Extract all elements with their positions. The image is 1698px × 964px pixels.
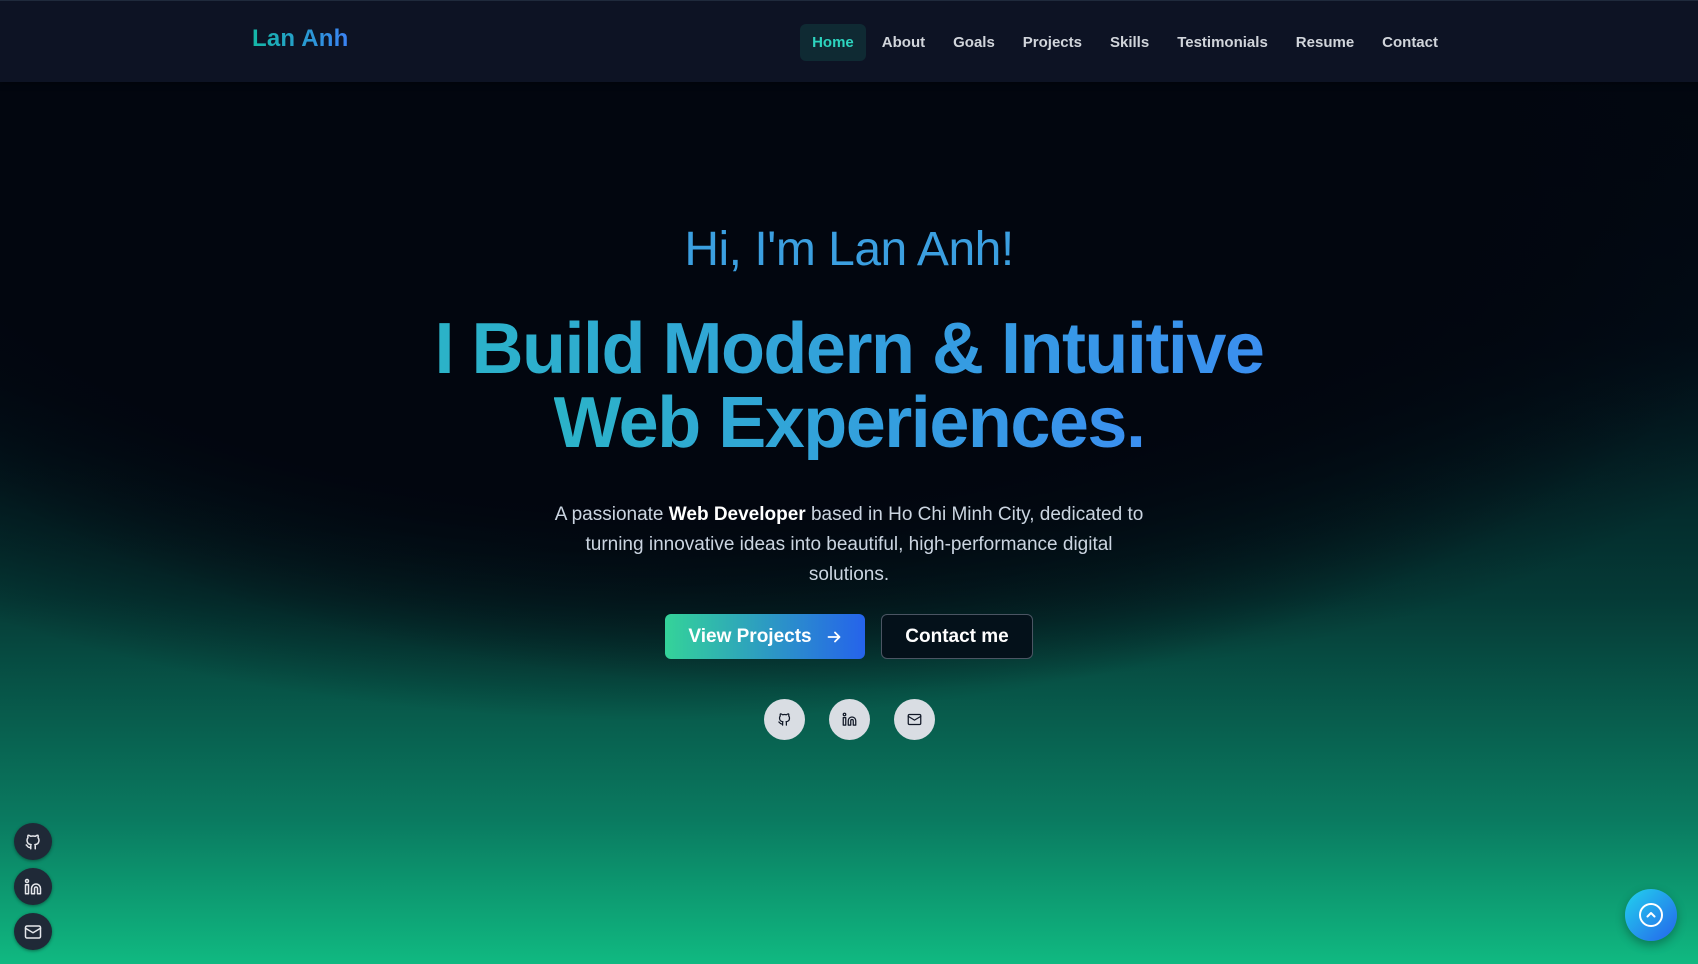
page: Lan Anh Home About Goals Projects Skills… [0, 0, 1698, 964]
nav-item-projects[interactable]: Projects [1011, 24, 1094, 61]
nav-item-about[interactable]: About [870, 24, 937, 61]
main-nav: Home About Goals Projects Skills Testimo… [800, 24, 1450, 61]
github-icon [777, 713, 790, 726]
hero-actions: View Projects Contact me [0, 614, 1698, 659]
github-link[interactable] [763, 699, 805, 740]
nav-item-goals[interactable]: Goals [941, 24, 1007, 61]
linkedin-link[interactable] [828, 699, 870, 740]
desc-role: Web Developer [668, 504, 806, 525]
fixed-side-social [14, 823, 52, 950]
side-email-link[interactable] [14, 913, 52, 950]
scroll-top-circle [1639, 903, 1663, 927]
hero-headline: I Build Modern & Intuitive Web Experienc… [0, 312, 1698, 460]
hero-headline-line-1: I Build Modern & Intuitive [434, 309, 1265, 389]
chevron-up-icon [1646, 912, 1656, 918]
nav-item-testimonials[interactable]: Testimonials [1165, 24, 1280, 61]
nav-item-skills[interactable]: Skills [1098, 24, 1161, 61]
view-projects-button[interactable]: View Projects [665, 614, 865, 659]
nav-item-contact[interactable]: Contact [1370, 24, 1450, 61]
mail-icon [907, 713, 921, 726]
desc-prefix: A passionate [554, 504, 669, 525]
hero-headline-line-2: Web Experiences. [553, 383, 1146, 463]
email-link[interactable] [893, 699, 935, 740]
side-github-link[interactable] [14, 823, 52, 860]
scroll-to-top-button[interactable] [1625, 889, 1677, 941]
linkedin-icon [24, 878, 42, 894]
view-projects-label: View Projects [688, 625, 812, 647]
mail-icon [24, 924, 42, 939]
linkedin-icon [842, 712, 856, 726]
navbar: Lan Anh Home About Goals Projects Skills… [0, 0, 1698, 82]
side-linkedin-link[interactable] [14, 868, 52, 905]
hero-background-gradient [0, 0, 1698, 964]
hero-description: A passionate Web Developer based in Ho C… [549, 500, 1149, 590]
nav-item-home[interactable]: Home [800, 24, 866, 61]
github-icon [25, 834, 40, 849]
hero-social-links [0, 699, 1698, 740]
contact-me-button[interactable]: Contact me [881, 614, 1033, 659]
brand-logo[interactable]: Lan Anh [252, 25, 349, 53]
hero-greeting: Hi, I'm Lan Anh! [684, 223, 1014, 276]
arrow-right-icon [827, 631, 841, 642]
nav-item-resume[interactable]: Resume [1284, 24, 1366, 61]
